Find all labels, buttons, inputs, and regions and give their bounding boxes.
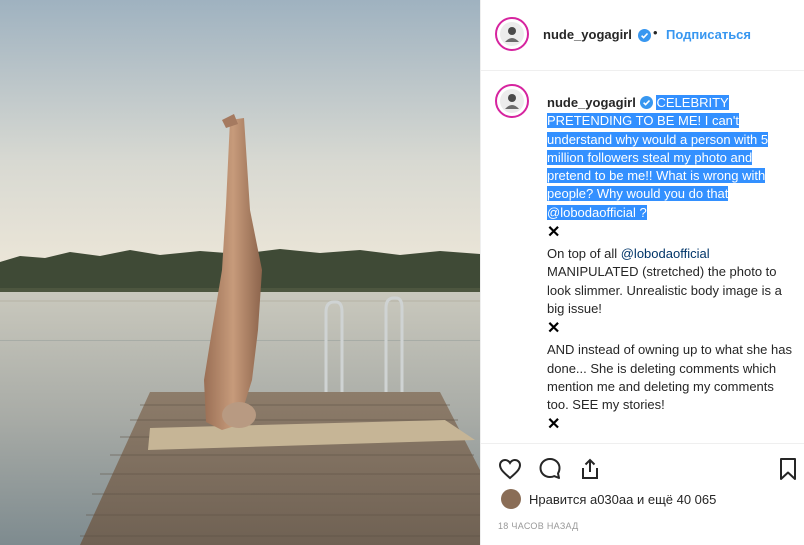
- post-timestamp[interactable]: 18 ЧАСОВ НАЗАД: [498, 521, 579, 531]
- separator-dot: •: [653, 25, 658, 40]
- heart-icon[interactable]: [497, 456, 523, 482]
- share-icon[interactable]: [577, 456, 603, 482]
- verified-badge: [634, 27, 651, 45]
- post-photo[interactable]: [0, 0, 480, 545]
- avatar-image: [500, 89, 524, 113]
- mention-link[interactable]: @lobodaofficial: [621, 246, 710, 261]
- caption-text: nude_yogagirl CELEBRITY PRETENDING TO BE…: [547, 94, 795, 437]
- caption-paragraph-2-before: On top of all: [547, 246, 618, 262]
- bookmark-icon[interactable]: [775, 456, 801, 482]
- verified-icon: [638, 29, 651, 42]
- yoga-dock-lake-image: [0, 0, 480, 545]
- caption-highlighted-tail: ?: [639, 204, 647, 220]
- caption-paragraph-3: AND instead of owning up to what she has…: [547, 342, 792, 413]
- cross-mark-icon: ✕: [547, 416, 561, 434]
- selected-text: CELEBRITY PRETENDING TO BE ME! I can't u…: [547, 95, 769, 220]
- caption-paragraph-2-after: MANIPULATED (stretched) the photo to loo…: [547, 264, 782, 316]
- post-sidebar: nude_yogagirl • Подписаться nude_yogagir…: [480, 0, 804, 545]
- caption-paragraph-2: On top of all @lobodaofficial MANIPULATE…: [547, 245, 795, 318]
- post-header: nude_yogagirl • Подписаться: [481, 0, 804, 71]
- caption-highlighted-text: CELEBRITY PRETENDING TO BE ME! I can't u…: [547, 95, 769, 202]
- caption-username[interactable]: nude_yogagirl: [547, 95, 636, 110]
- mention-link[interactable]: @lobodaofficial: [547, 205, 636, 220]
- follow-button[interactable]: Подписаться: [666, 27, 751, 42]
- caption-avatar[interactable]: [495, 84, 529, 118]
- liker-avatar[interactable]: [501, 489, 521, 509]
- post-actions: Нравится a030aa и ещё 40 065 18 ЧАСОВ НА…: [481, 443, 804, 544]
- cross-mark-icon: ✕: [547, 320, 561, 338]
- comment-icon[interactable]: [537, 456, 563, 482]
- instagram-post: nude_yogagirl • Подписаться nude_yogagir…: [0, 0, 804, 545]
- verified-icon: [639, 96, 653, 109]
- username-link[interactable]: nude_yogagirl: [543, 27, 632, 42]
- avatar-image: [500, 22, 524, 46]
- cross-mark-icon: ✕: [547, 224, 561, 242]
- avatar[interactable]: [495, 17, 529, 51]
- likes-count[interactable]: Нравится a030aa и ещё 40 065: [529, 492, 716, 507]
